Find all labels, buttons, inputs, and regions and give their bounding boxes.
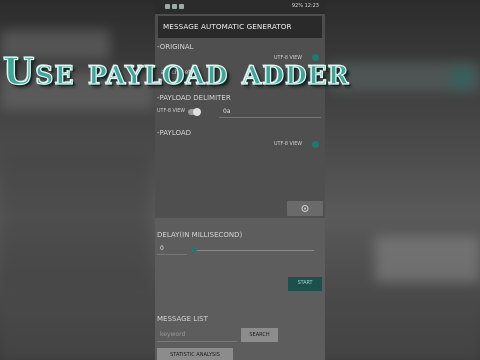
notification-icon [165, 4, 170, 9]
blur-shape [375, 236, 480, 282]
delay-underline [157, 254, 187, 255]
delay-slider-track[interactable] [192, 250, 314, 251]
notification-icon [179, 4, 184, 9]
payload-utf8-toggle[interactable] [312, 141, 319, 148]
delimiter-utf8-toggle[interactable] [188, 108, 201, 116]
app-bar: MESSAGE AUTOMATIC GENERATOR [158, 16, 322, 38]
status-bar: 92% 12:23 [155, 0, 325, 14]
delay-slider-thumb[interactable] [192, 247, 197, 252]
keyword-underline [157, 341, 237, 342]
notification-icon [172, 4, 177, 9]
original-label: -ORIGINAL [157, 43, 194, 51]
start-button[interactable]: START [288, 277, 322, 291]
app-title: MESSAGE AUTOMATIC GENERATOR [163, 22, 292, 31]
settings-icon-button[interactable] [287, 201, 323, 216]
payload-utf8-label: UTF-8 VIEW [274, 142, 302, 147]
delay-label: DELAY(IN MILLISECOND) [157, 231, 243, 239]
delimiter-input[interactable]: 0a [223, 108, 231, 115]
blur-shape [450, 66, 474, 90]
video-overlay-title: Use payload adder [2, 50, 350, 93]
notification-icons [165, 4, 184, 9]
payload-label: -PAYLOAD [157, 129, 192, 137]
statistic-analysis-button[interactable]: STATISTIC ANALYSIS [157, 348, 233, 360]
battery-clock: 92% 12:23 [291, 3, 319, 9]
control-section: DELAY(IN MILLISECOND) 0 START MESSAGE LI… [155, 218, 325, 360]
keyword-input[interactable]: keyword [160, 331, 185, 338]
message-list-label: MESSAGE LIST [157, 315, 208, 323]
blur-shape [0, 150, 150, 290]
delay-input[interactable]: 0 [160, 245, 164, 252]
payload-delimiter-label: -PAYLOAD DELIMITER [157, 94, 231, 102]
search-button[interactable]: SEARCH [241, 328, 278, 342]
delimiter-utf8-label: UTF-8 VIEW [157, 109, 185, 114]
delimiter-underline [219, 117, 321, 118]
settings-icon [301, 205, 309, 212]
